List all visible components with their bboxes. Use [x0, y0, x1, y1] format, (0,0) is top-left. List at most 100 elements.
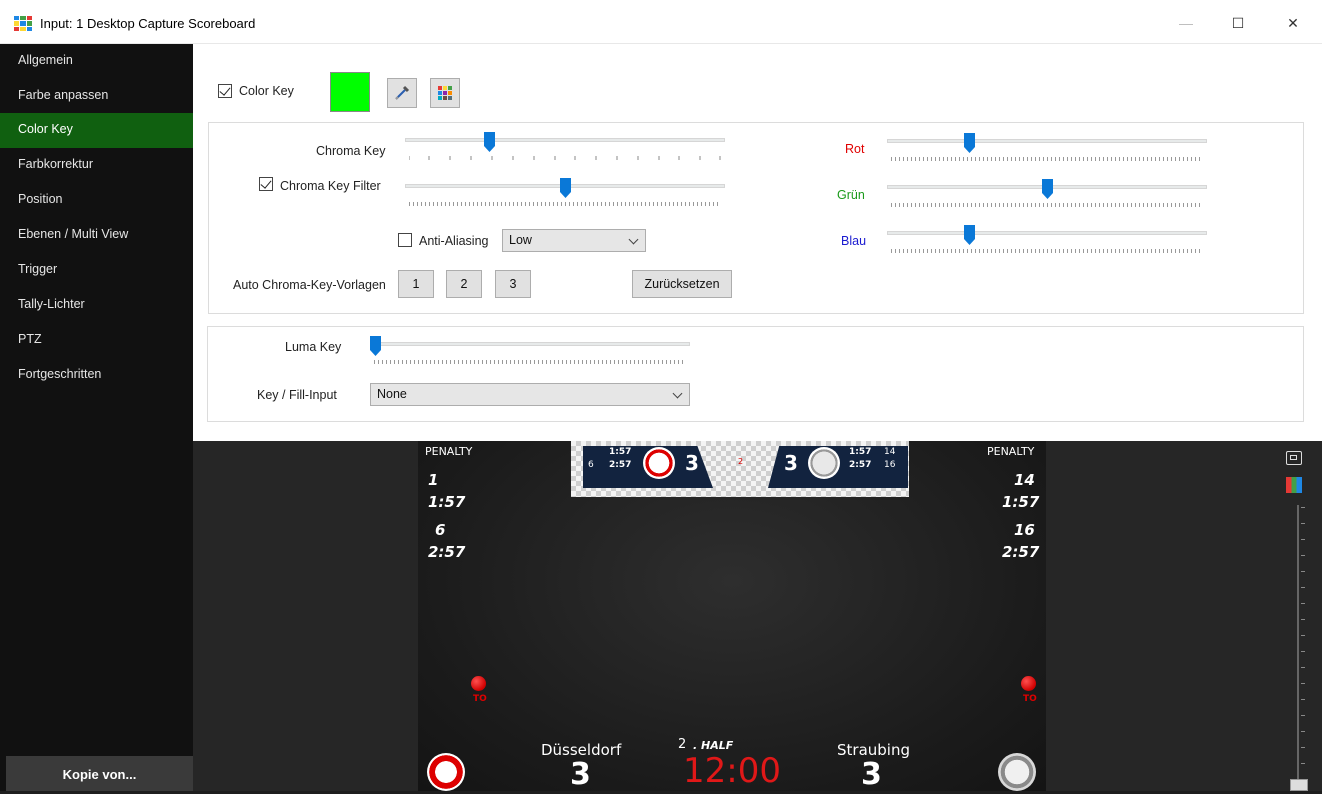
mini-left-num: 6: [588, 460, 594, 470]
copy-from-button[interactable]: Kopie von...: [6, 756, 193, 791]
luma-key-slider[interactable]: [370, 334, 690, 364]
chevron-down-icon: [672, 388, 683, 399]
minimize-button[interactable]: —: [1163, 8, 1209, 38]
chroma-key-filter-ticks: [409, 202, 721, 206]
anti-aliasing-select[interactable]: Low: [502, 229, 646, 252]
chroma-key-label: Chroma Key: [316, 144, 386, 158]
right-penalty2-number: 16: [1014, 521, 1035, 539]
sidebar-item-trigger[interactable]: Trigger: [0, 253, 193, 288]
left-penalty1-time: 1:57: [428, 493, 466, 511]
level-meter-ticks: [1301, 507, 1305, 791]
sidebar-item-position[interactable]: Position: [0, 183, 193, 218]
home-timeout-indicator: [471, 676, 486, 691]
deg-logo-mini: [643, 447, 675, 479]
reset-button[interactable]: Zurücksetzen: [632, 270, 732, 298]
auto-presets-label: Auto Chroma-Key-Vorlagen: [233, 278, 386, 292]
sidebar-item-farbkorrektur[interactable]: Farbkorrektur: [0, 148, 193, 183]
period-number: 2: [678, 737, 687, 752]
away-timeout-label: TO: [1023, 694, 1037, 704]
fullscreen-icon[interactable]: [1286, 451, 1302, 465]
home-score: 3: [570, 757, 591, 791]
green-label: Grün: [837, 188, 865, 202]
eyedropper-button[interactable]: [387, 78, 417, 108]
penalty-left-label: PENALTY: [425, 445, 473, 458]
blue-label: Blau: [841, 234, 867, 248]
mini-center-period: 2: [738, 457, 744, 466]
maximize-button[interactable]: ☐: [1215, 8, 1261, 38]
key-fill-input-value: None: [377, 387, 407, 401]
chroma-key-ticks: [409, 156, 721, 160]
blue-ticks: [891, 249, 1203, 253]
red-slider-thumb[interactable]: [964, 133, 975, 153]
color-key-panel: Color Key Chroma Key Chroma Key Filter A…: [193, 44, 1322, 441]
right-penalty1-number: 14: [1014, 471, 1035, 489]
color-palette-button[interactable]: [430, 78, 460, 108]
blue-slider-thumb[interactable]: [964, 225, 975, 245]
left-penalty2-time: 2:57: [428, 543, 466, 561]
eyedropper-icon: [395, 85, 410, 100]
sidebar-item-ptz[interactable]: PTZ: [0, 323, 193, 358]
close-button[interactable]: ✕: [1270, 8, 1316, 38]
mini-scoreboard: 1:57 2:57 6 3 2 3 1:57 2:57 14 16: [571, 441, 909, 497]
app-icon: [14, 16, 32, 31]
level-meter-track: [1297, 505, 1299, 791]
chroma-key-slider[interactable]: [405, 130, 725, 160]
away-timeout-indicator: [1021, 676, 1036, 691]
anti-aliasing-label: Anti-Aliasing: [419, 234, 489, 248]
color-channels-icon[interactable]: [1286, 477, 1302, 493]
green-slider[interactable]: [887, 177, 1207, 207]
sidebar-item-farbe-anpassen[interactable]: Farbe anpassen: [0, 79, 193, 114]
preview-side-toolbar: [1276, 441, 1322, 791]
key-fill-input-label: Key / Fill-Input: [257, 388, 337, 402]
chroma-key-filter-slider-thumb[interactable]: [560, 178, 571, 198]
sidebar: Allgemein Farbe anpassen Color Key Farbk…: [0, 44, 193, 791]
green-ticks: [891, 203, 1203, 207]
color-key-checkbox[interactable]: [218, 84, 232, 98]
straubing-logo-mini: [808, 447, 840, 479]
sidebar-item-allgemein[interactable]: Allgemein: [0, 44, 193, 79]
chevron-down-icon: [628, 234, 639, 245]
color-key-label: Color Key: [239, 84, 294, 98]
chroma-key-filter-label: Chroma Key Filter: [280, 179, 381, 193]
chroma-key-filter-checkbox[interactable]: [259, 177, 273, 191]
preset-3-button[interactable]: 3: [495, 270, 531, 298]
chroma-key-filter-slider[interactable]: [405, 176, 725, 206]
key-fill-input-select[interactable]: None: [370, 383, 690, 406]
preset-1-button[interactable]: 1: [398, 270, 434, 298]
left-penalty2-number: 6: [435, 521, 446, 539]
sidebar-item-ebenen-multi-view[interactable]: Ebenen / Multi View: [0, 218, 193, 253]
red-slider[interactable]: [887, 131, 1207, 161]
mini-right-num1: 14: [884, 447, 896, 457]
title-bar: Input: 1 Desktop Capture Scoreboard — ☐ …: [0, 0, 1322, 44]
color-palette-icon: [438, 86, 452, 100]
sidebar-item-color-key[interactable]: Color Key: [0, 113, 193, 148]
mini-left-score: 3: [685, 451, 699, 475]
luma-key-slider-thumb[interactable]: [370, 336, 381, 356]
green-slider-thumb[interactable]: [1042, 179, 1053, 199]
window-title: Input: 1 Desktop Capture Scoreboard: [40, 16, 256, 31]
red-ticks: [891, 157, 1203, 161]
anti-aliasing-select-value: Low: [509, 233, 532, 247]
blue-slider[interactable]: [887, 223, 1207, 253]
penalty-right-label: PENALTY: [987, 445, 1035, 458]
level-slider-thumb[interactable]: [1290, 779, 1308, 791]
deg-logo: [427, 753, 465, 791]
mini-right-score: 3: [784, 451, 798, 475]
luma-key-label: Luma Key: [285, 340, 342, 354]
mini-left-time1: 1:57: [609, 447, 632, 457]
input-settings-window: Input: 1 Desktop Capture Scoreboard — ☐ …: [0, 0, 1322, 791]
right-penalty2-time: 2:57: [1002, 543, 1040, 561]
preset-2-button[interactable]: 2: [446, 270, 482, 298]
mini-right-time1: 1:57: [849, 447, 872, 457]
scoreboard-preview: 1:57 2:57 6 3 2 3 1:57 2:57 14 16 PENALT…: [418, 441, 1046, 791]
home-timeout-label: TO: [473, 694, 487, 704]
left-penalty1-number: 1: [428, 471, 439, 489]
chroma-key-slider-thumb[interactable]: [484, 132, 495, 152]
input-preview: 1:57 2:57 6 3 2 3 1:57 2:57 14 16 PENALT…: [193, 441, 1322, 791]
sidebar-item-tally-lichter[interactable]: Tally-Lichter: [0, 288, 193, 323]
sidebar-item-fortgeschritten[interactable]: Fortgeschritten: [0, 358, 193, 393]
key-color-swatch[interactable]: [330, 72, 370, 112]
anti-aliasing-checkbox[interactable]: [398, 233, 412, 247]
game-clock: 12:00: [683, 751, 781, 791]
red-label: Rot: [845, 142, 865, 156]
